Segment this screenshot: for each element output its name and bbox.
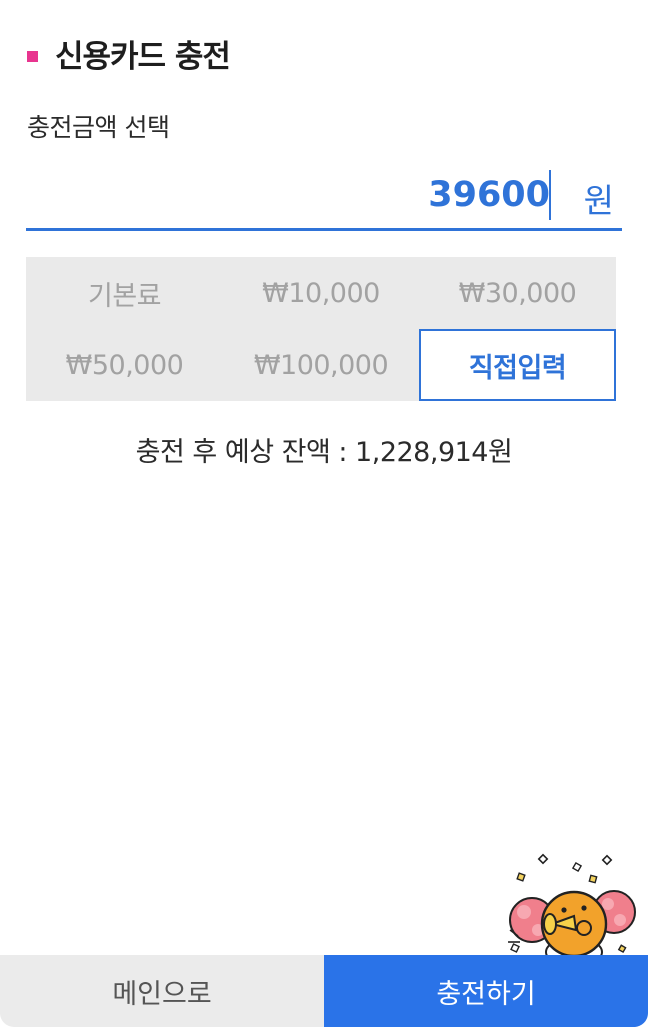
amount-unit-label: 원 — [583, 181, 614, 220]
preset-direct-input-button[interactable]: 직접입력 — [419, 329, 616, 401]
bottom-action-bar: 메인으로 충전하기 — [0, 955, 648, 1027]
preset-50000-button[interactable]: ₩50,000 — [26, 329, 223, 401]
charge-button[interactable]: 충전하기 — [324, 955, 648, 1027]
preset-basic-fee-button[interactable]: 기본료 — [26, 257, 223, 329]
preset-30000-button[interactable]: ₩30,000 — [419, 257, 616, 329]
go-to-main-button[interactable]: 메인으로 — [0, 955, 324, 1027]
title-marker-icon — [27, 50, 38, 62]
charge-page: 신용카드 충전 충전금액 선택 원 기본료 ₩10,000 ₩30,000 ₩5… — [0, 0, 648, 1027]
cheering-lion-mascot-icon — [508, 853, 636, 965]
preset-amount-grid: 기본료 ₩10,000 ₩30,000 ₩50,000 ₩100,000 직접입… — [26, 257, 616, 401]
amount-section-label: 충전금액 선택 — [27, 113, 170, 142]
text-caret — [549, 170, 551, 220]
page-title: 신용카드 충전 — [55, 38, 231, 75]
preset-100000-button[interactable]: ₩100,000 — [223, 329, 419, 401]
amount-input[interactable] — [250, 170, 550, 220]
preset-10000-button[interactable]: ₩10,000 — [223, 257, 419, 329]
title-row: 신용카드 충전 — [27, 30, 231, 76]
expected-balance-text: 충전 후 예상 잔액 : 1,228,914원 — [135, 437, 513, 468]
amount-field-row: 원 — [26, 160, 622, 231]
